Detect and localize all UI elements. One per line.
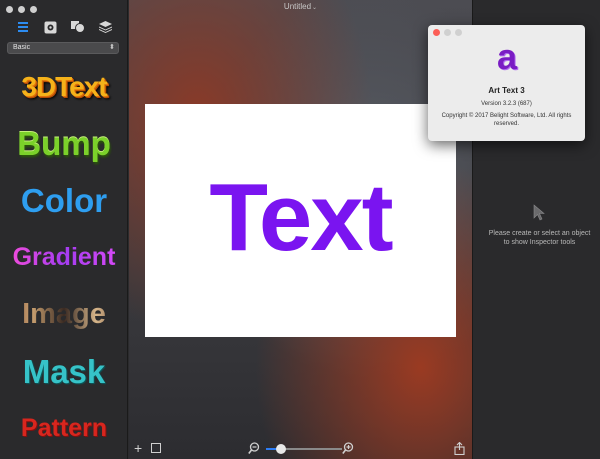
updown-chevron-icon: ⬍ [109,44,115,51]
style-item-label: Pattern [20,414,108,442]
document-title[interactable]: Untitled⌄ [129,2,472,11]
about-minimize-button [444,28,451,36]
art-text-object[interactable]: Text [209,169,393,266]
shapes-button[interactable] [69,18,87,36]
style-item-bump[interactable]: Bump [0,115,128,172]
sidebar-toolbar [8,16,121,38]
zoom-slider-handle[interactable] [276,444,287,454]
style-item-image[interactable]: Image [0,286,128,343]
style-item-label: Mask [22,352,106,390]
style-item-label: Bump [17,124,111,162]
about-copyright: Copyright © 2017 Belight Software, Ltd. … [441,113,572,127]
preset-select[interactable]: Basic ⬍ [7,42,119,54]
inspector-empty-message: Please create or select an object to sho… [488,230,591,246]
about-zoom-button [455,28,462,36]
close-window-button[interactable] [6,6,13,13]
about-close-button[interactable] [433,28,440,36]
layers-icon [99,21,113,33]
layers-button[interactable] [97,18,115,36]
gear-icon [44,21,57,33]
style-item-gradient[interactable]: Gradient [0,229,128,286]
style-item-color[interactable]: Color [0,172,128,229]
app-logo-glyph: a [496,36,518,77]
canvas-bottom-bar: + [129,439,472,459]
style-list: 3DText Bump Color Gradient Image Mask Pa… [0,58,128,457]
about-dialog: a Art Text 3 Version 3.2.3 (687) Copyrig… [428,25,585,141]
window-controls [6,6,37,13]
chevron-down-icon: ⌄ [312,5,318,11]
add-icon[interactable]: + [134,441,142,455]
style-item-3dtext[interactable]: 3DText [0,58,128,115]
fit-to-window-icon[interactable] [151,443,161,453]
app-logo-icon: a [492,36,522,77]
style-item-label: Gradient [12,243,116,271]
share-icon[interactable] [454,442,465,455]
zoom-out-icon[interactable] [248,442,260,455]
shapes-icon [71,21,86,33]
style-sidebar: Basic ⬍ 3DText Bump Color Gradient Image… [0,0,128,459]
style-item-mask[interactable]: Mask [0,343,128,400]
canvas-area[interactable]: Untitled⌄ Text [129,0,472,459]
minimize-window-button[interactable] [18,6,25,13]
about-app-name: Art Text 3 [488,86,525,95]
about-version: Version 3.2.3 (687) [481,101,532,107]
document-title-text: Untitled [283,2,312,11]
cursor-icon [533,204,545,221]
zoom-in-icon[interactable] [342,442,354,455]
style-item-label: 3DText [21,70,107,102]
preset-select-value: Basic [13,44,31,51]
zoom-window-button[interactable] [30,6,37,13]
list-view-button[interactable] [14,18,32,36]
effects-button[interactable] [42,18,60,36]
style-item-label: Image [22,298,106,330]
style-item-label: Color [20,181,108,219]
artboard[interactable]: Text [145,104,456,337]
list-icon [18,22,28,32]
style-item-pattern[interactable]: Pattern [0,400,128,457]
